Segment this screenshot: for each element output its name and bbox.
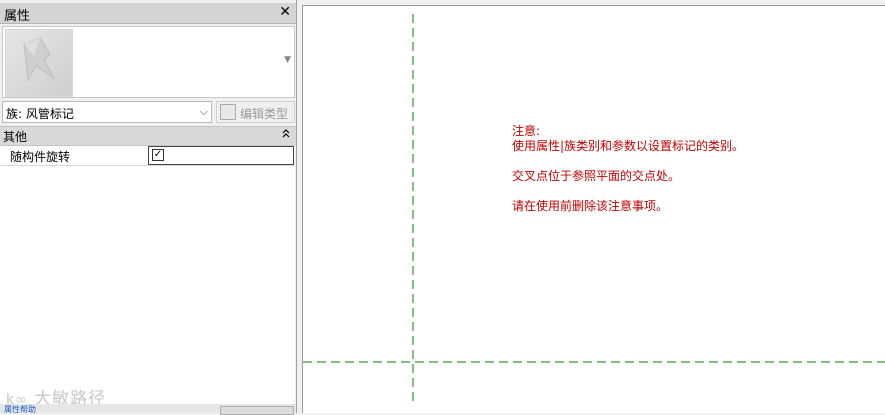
family-filter-dropdown[interactable]: 族: 风管标记 ⌵ <box>2 101 212 123</box>
chevron-down-icon[interactable]: ⌵ <box>200 105 208 119</box>
edit-type-icon <box>220 104 236 120</box>
family-label: 族: 风管标记 <box>6 107 74 121</box>
note-line-3: 请在使用前删除该注意事项。 <box>512 199 669 213</box>
apply-button[interactable] <box>220 406 294 415</box>
edit-type-button[interactable]: 编辑类型 <box>216 101 295 123</box>
properties-footer: 属性帮助 <box>0 404 296 415</box>
family-row: 族: 风管标记 ⌵ 编辑类型 <box>2 101 295 123</box>
note-line-2: 交叉点位于参照平面的交点处。 <box>512 169 681 183</box>
property-name: 随构件旋转 <box>10 150 71 164</box>
properties-empty-area <box>0 166 295 404</box>
note-spacer <box>512 184 744 199</box>
type-thumbnail <box>5 29 73 97</box>
note-spacer <box>512 154 744 169</box>
edit-type-label: 编辑类型 <box>240 107 289 121</box>
note-title: 注意: <box>512 124 541 138</box>
note-text: 注意: 使用属性|族类别和参数以设置标记的类别。 交叉点位于参照平面的交点处。 … <box>512 124 744 214</box>
property-value-cell[interactable]: ✓ <box>148 146 294 165</box>
properties-titlebar: 属性 ✕ <box>0 3 296 24</box>
rotate-with-component-checkbox[interactable]: ✓ <box>152 149 164 161</box>
properties-palette: 属性 ✕ ▼ 族: 风管标记 ⌵ 编辑类型 其他 随构件旋转 ✓ k∞ 大敏路径… <box>0 0 297 415</box>
drawing-canvas[interactable]: 注意: 使用属性|族类别和参数以设置标记的类别。 交叉点位于参照平面的交点处。 … <box>302 5 885 413</box>
type-selector-dropdown-icon[interactable]: ▼ <box>284 55 291 65</box>
group-header-other[interactable]: 其他 <box>0 126 296 146</box>
group-label: 其他 <box>3 130 28 144</box>
type-selector[interactable]: ▼ <box>2 26 295 98</box>
properties-help-link[interactable]: 属性帮助 <box>4 404 36 415</box>
property-row-rotate-with-component: 随构件旋转 ✓ <box>0 146 295 166</box>
close-icon[interactable]: ✕ <box>279 4 291 20</box>
collapse-icon[interactable] <box>282 127 290 144</box>
properties-title: 属性 <box>4 9 31 24</box>
note-line-1: 使用属性|族类别和参数以设置标记的类别。 <box>512 139 745 153</box>
